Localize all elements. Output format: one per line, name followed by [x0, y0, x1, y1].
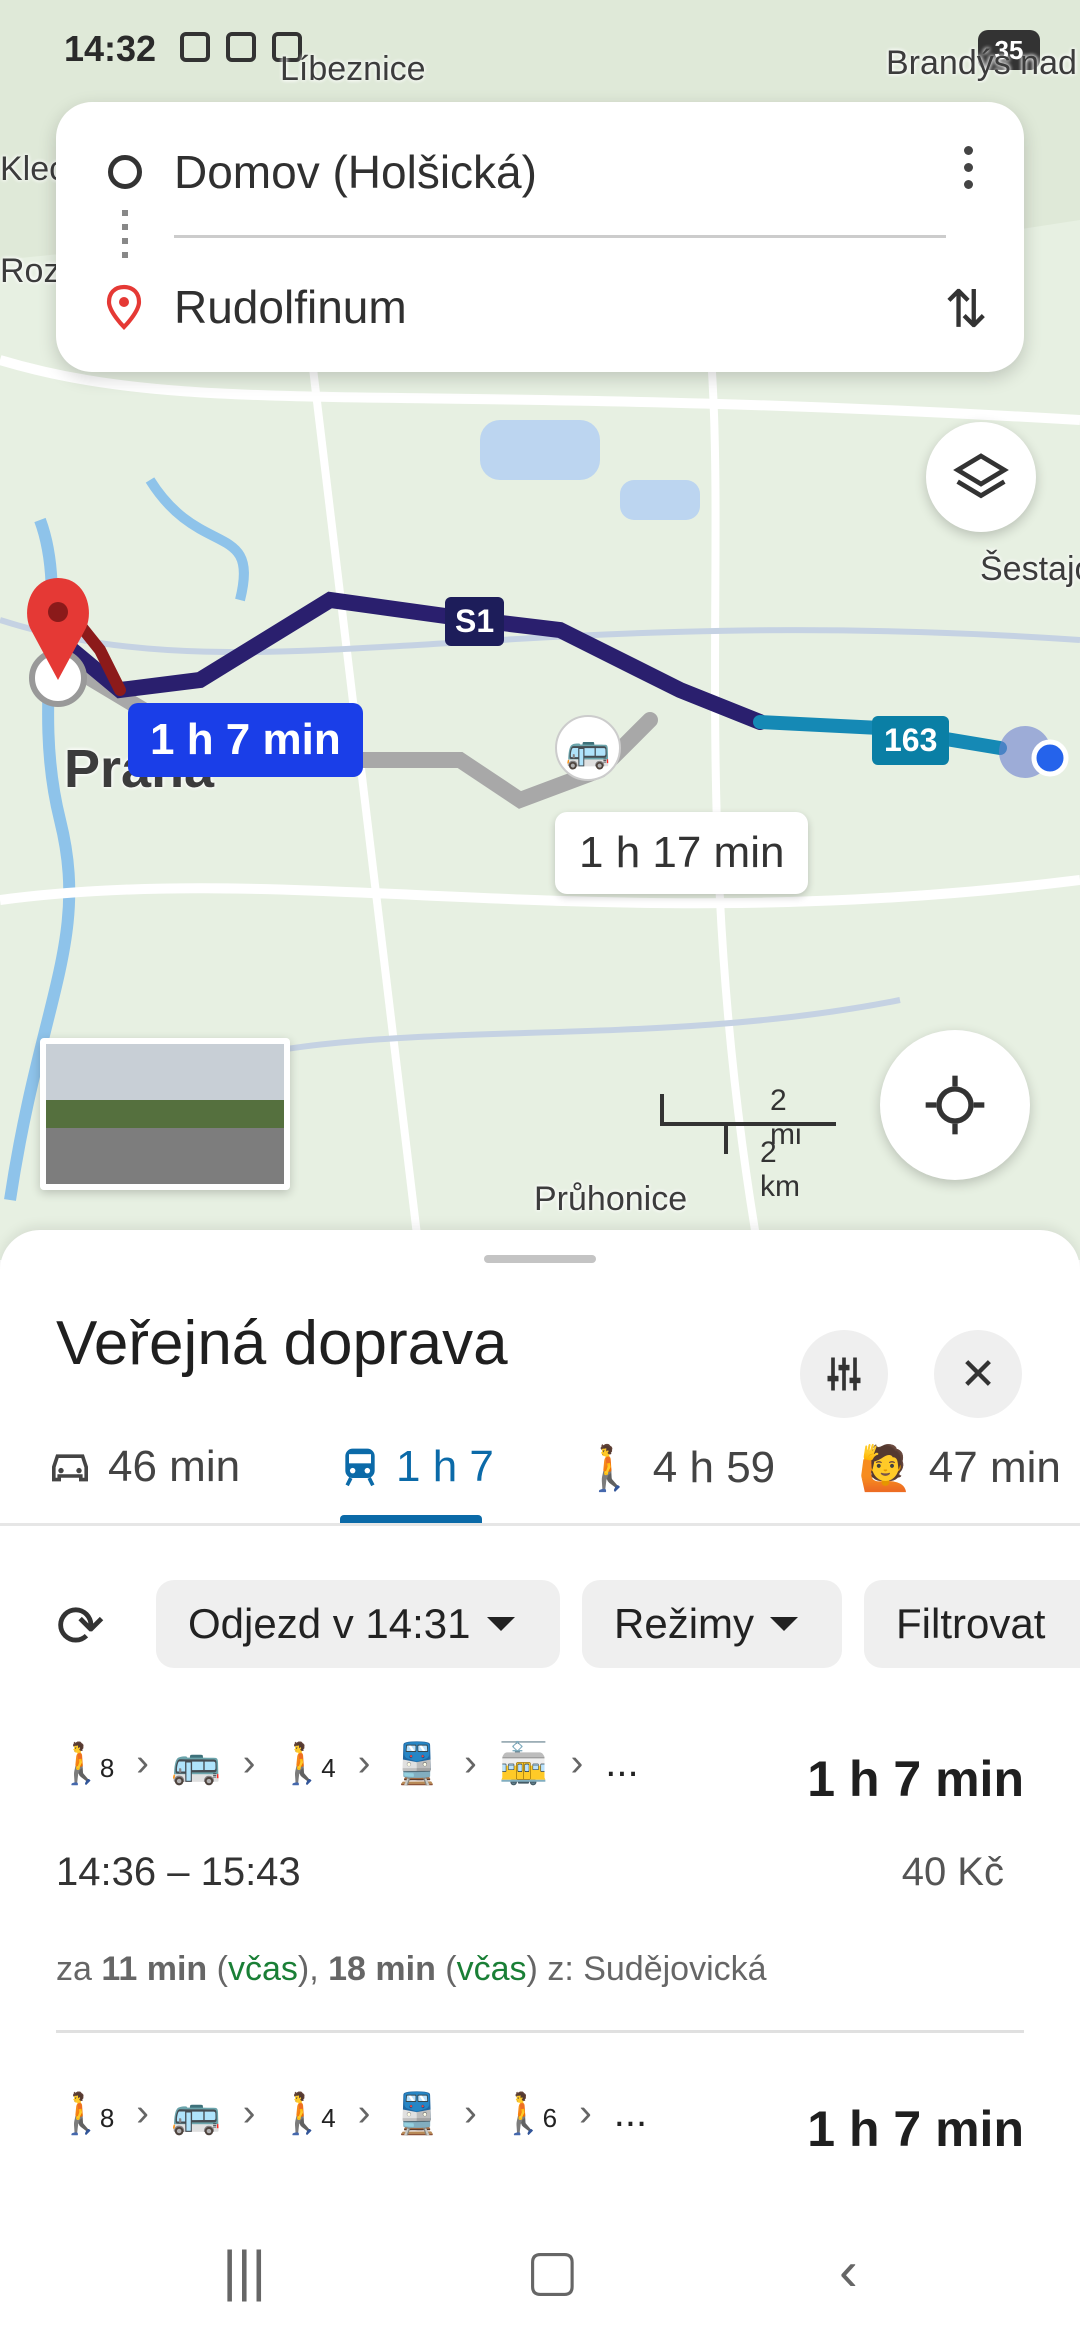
filter-chip[interactable]: Filtrovat [864, 1580, 1080, 1668]
route-price: 40 Kč [901, 1850, 1004, 1894]
place-label: Brandýs nad Labem-Stará Boleslav [886, 44, 1080, 82]
place-label: Průhonice [534, 1180, 688, 1218]
my-location-icon [925, 1075, 985, 1135]
active-tab-indicator [340, 1515, 482, 1523]
tab-rideshare[interactable]: 🙋 47 min [858, 1442, 1061, 1494]
more-options-icon[interactable] [964, 146, 974, 190]
walk-icon: 🚶4 [277, 1742, 336, 1786]
divider [174, 235, 946, 238]
destination-row[interactable]: Rudolfinum [56, 247, 1024, 367]
close-icon: ✕ [959, 1349, 997, 1399]
sheet-title: Veřejná doprava [56, 1309, 508, 1378]
walk-icon: 🚶8 [56, 1742, 115, 1786]
directions-card: Domov (Holšická) Rudolfinum ⇅ [56, 102, 1024, 372]
walk-icon: 🚶8 [56, 2092, 115, 2136]
sheet-handle[interactable] [484, 1255, 596, 1263]
options-button[interactable] [800, 1330, 888, 1418]
walk-icon: 🚶 [582, 1444, 637, 1493]
place-label: Šestajovice [980, 550, 1080, 588]
route-duration: 1 h 7 min [807, 2101, 1024, 2157]
route-time-span: 14:36 – 15:43 [56, 1850, 301, 1894]
tab-label: 4 h 59 [652, 1443, 776, 1492]
tune-icon [827, 1357, 861, 1391]
layers-icon [953, 453, 1009, 499]
origin-row[interactable]: Domov (Holšická) [56, 112, 1024, 232]
place-label: Líbeznice [280, 50, 426, 88]
train-icon: 🚆 [392, 1742, 443, 1786]
route-label-alternative[interactable]: 1 h 17 min [555, 812, 809, 894]
tab-transit[interactable]: 1 h 7 [340, 1442, 494, 1492]
tab-label: 46 min [108, 1442, 241, 1491]
tab-drive[interactable]: 46 min [48, 1442, 240, 1492]
bus-icon: 🚌 [170, 2092, 221, 2136]
status-time: 14:32 [64, 28, 157, 69]
close-button[interactable]: ✕ [934, 1330, 1022, 1418]
home-icon[interactable]: ▢ [526, 2237, 579, 2303]
my-location-button[interactable] [880, 1030, 1030, 1180]
map[interactable]: 🚌 14:32 35 Líbeznice Brandýs nad Labem-S… [0, 0, 1080, 1260]
route-duration: 1 h 7 min [807, 1751, 1024, 1807]
street-view-thumbnail[interactable] [40, 1038, 290, 1190]
rideshare-icon: 🙋 [858, 1444, 913, 1493]
walk-icon: 🚶6 [498, 2092, 558, 2136]
more-steps: ... [605, 1741, 639, 1785]
depart-time-chip[interactable]: Odjezd v 14:31 [156, 1580, 560, 1668]
modes-chip[interactable]: Režimy [582, 1580, 842, 1668]
line-badge-s1: S1 [445, 597, 505, 646]
refresh-icon[interactable]: ⟳ [56, 1592, 105, 1660]
chevron-down-icon [770, 1617, 799, 1631]
line-badge-163: 163 [872, 716, 950, 765]
tram-icon: 🚋 [498, 1742, 549, 1786]
chip-label: Filtrovat [896, 1600, 1046, 1647]
svg-text:🚌: 🚌 [566, 730, 611, 771]
route-steps: 🚶8 › 🚌 › 🚶4 › 🚆 › 🚋 › ... [56, 1741, 639, 1786]
route-label-best[interactable]: 1 h 7 min [128, 703, 363, 777]
train-icon: 🚆 [392, 2092, 443, 2136]
origin-icon [108, 155, 142, 189]
system-nav-bar: ||| ▢ ‹ [0, 2200, 1080, 2340]
route-steps: 🚶8 › 🚌 › 🚶4 › 🚆 › 🚶6 › ... [56, 2091, 648, 2136]
back-icon[interactable]: ‹ [839, 2238, 858, 2303]
recent-apps-icon[interactable]: ||| [222, 2238, 266, 2303]
tab-label: 47 min [928, 1443, 1061, 1492]
walk-icon: 🚶4 [277, 2092, 336, 2136]
route-option[interactable]: 🚶8 › 🚌 › 🚶4 › 🚆 › 🚋 › ... 1 h 7 min 14:36 – 1… [56, 1740, 1024, 2010]
route-departures: za 11 min (včas), 18 min (včas) z: Suděj… [56, 1950, 767, 1988]
bottom-sheet: Veřejná doprava ✕ 46 min 1 h 7 🚶 4 h 59 … [0, 1230, 1080, 2340]
more-steps: ... [613, 2091, 648, 2135]
travel-mode-tabs: 46 min 1 h 7 🚶 4 h 59 🙋 47 min [0, 1430, 1080, 1526]
scale-km: 2 km [760, 1136, 800, 1203]
tab-walk[interactable]: 🚶 4 h 59 [582, 1442, 775, 1494]
divider [56, 2030, 1024, 2033]
chip-label: Režimy [614, 1600, 755, 1647]
chip-label: Odjezd v 14:31 [188, 1600, 471, 1647]
route-option[interactable]: 🚶8 › 🚌 › 🚶4 › 🚆 › 🚶6 › ... 1 h 7 min [56, 2090, 1024, 2210]
destination-pin-icon [106, 284, 142, 330]
chevron-down-icon [486, 1617, 515, 1631]
bus-icon: 🚌 [170, 1742, 221, 1786]
train-icon [345, 1448, 375, 1487]
destination-field[interactable]: Rudolfinum [174, 280, 407, 334]
tab-label: 1 h 7 [396, 1442, 494, 1491]
car-icon [52, 1454, 88, 1482]
swap-icon[interactable]: ⇅ [944, 280, 988, 340]
layers-button[interactable] [926, 422, 1036, 532]
origin-field[interactable]: Domov (Holšická) [174, 145, 537, 199]
